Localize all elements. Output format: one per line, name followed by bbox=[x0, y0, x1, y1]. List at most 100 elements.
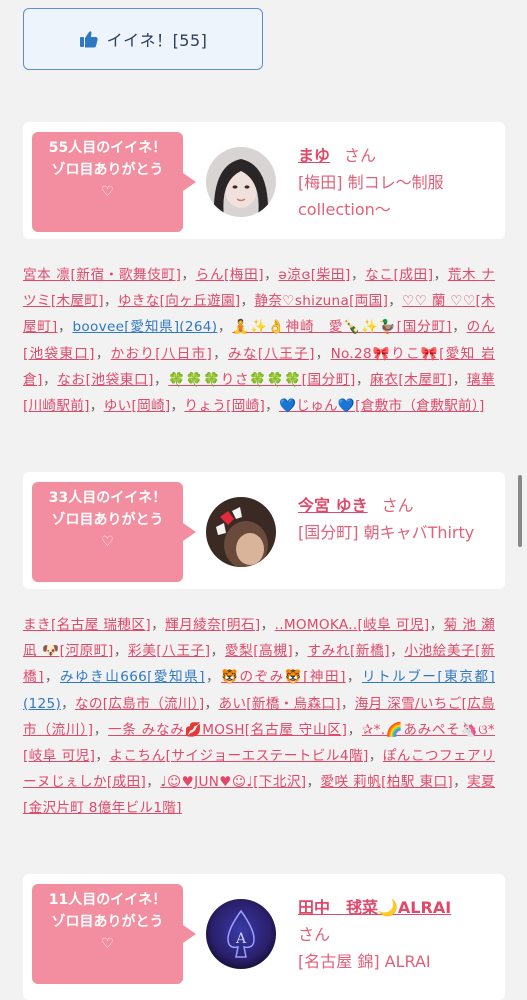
avatar[interactable] bbox=[206, 497, 276, 567]
liker-link[interactable]: みな[八王子] bbox=[228, 346, 315, 362]
liker-link[interactable]: 💙じゅん💙[倉敷市（倉敷駅前）] bbox=[279, 398, 485, 414]
liker-link[interactable]: 🐯のぞみ🐯[神田] bbox=[221, 669, 346, 685]
liker-link[interactable]: ..MOMOKA..[岐阜 可児] bbox=[275, 617, 430, 633]
thanks-bubble: 11人目のイイネ！ ゾロ目ありがとう ♡ bbox=[32, 884, 196, 984]
thumbs-up-icon bbox=[79, 29, 99, 49]
heart-icon: ♡ bbox=[101, 936, 114, 952]
separator: ， bbox=[347, 721, 362, 738]
rank-text: 11人目のイイネ！ bbox=[48, 892, 167, 908]
honorific: さん bbox=[381, 496, 414, 515]
separator: ， bbox=[43, 669, 60, 686]
separator: ， bbox=[113, 643, 129, 660]
separator: ， bbox=[389, 643, 405, 660]
thanks-bubble: 55人目のイイネ！ ゾロ目ありがとう ♡ bbox=[32, 132, 196, 232]
separator: ， bbox=[453, 774, 468, 791]
liker-link[interactable]: まき[名古屋 瑞穂区] bbox=[23, 617, 151, 633]
liker-link[interactable]: 静奈♡shizuna[両国] bbox=[254, 293, 388, 309]
separator: ， bbox=[293, 643, 308, 660]
liker-link[interactable]: かおり[八日市] bbox=[111, 346, 213, 362]
liker-link[interactable]: なお[池袋東口] bbox=[57, 372, 154, 388]
separator: ， bbox=[265, 398, 279, 415]
separator: ， bbox=[314, 345, 331, 362]
separator: ， bbox=[345, 669, 362, 686]
separator: ， bbox=[170, 398, 185, 415]
separator: ， bbox=[93, 721, 109, 738]
heart-icon: ♡ bbox=[101, 534, 114, 550]
separator: ， bbox=[368, 748, 383, 765]
liker-link[interactable]: 愛梨[高槻] bbox=[225, 643, 293, 659]
honorific: さん bbox=[298, 925, 331, 944]
liker-link[interactable]: ♩☺♥JUN♥☺♩[下北沢] bbox=[160, 774, 306, 790]
heart-icon: ♡ bbox=[101, 184, 114, 200]
liker-link[interactable]: なの[広島市（流川）] bbox=[75, 696, 205, 712]
separator: ， bbox=[146, 774, 161, 791]
liker-link[interactable]: boovee[愛知県](264) bbox=[72, 319, 217, 335]
area-shop: [国分町] 朝キャバThirty bbox=[298, 523, 475, 542]
liker-list: 宮本 凛[新宿・歌舞伎町]，らん[梅田]，ə涼ɞ[柴田]，なこ[成田]，荒木 ナ… bbox=[23, 262, 495, 419]
rank-text: 55人目のイイネ！ bbox=[48, 140, 167, 156]
avatar[interactable]: A bbox=[206, 899, 276, 969]
separator: ， bbox=[240, 293, 255, 310]
svg-text:A: A bbox=[235, 931, 247, 947]
liker-link[interactable]: 輝月綾奈[明石] bbox=[165, 617, 260, 633]
thanks-card: 33人目のイイネ！ ゾロ目ありがとう ♡ 今宮 ゆき さん [国分町] 朝キャバT… bbox=[23, 472, 505, 589]
separator: ， bbox=[94, 345, 111, 362]
separator: ， bbox=[181, 267, 196, 283]
liker-link[interactable]: 彩美[八王子] bbox=[128, 643, 210, 659]
liker-link[interactable]: らん[梅田] bbox=[196, 267, 264, 283]
liker-link[interactable]: 一条 みなみ💋MOSH[名古屋 守山区] bbox=[108, 722, 347, 738]
thanks-text: ゾロ目ありがとう bbox=[51, 914, 164, 930]
separator: ， bbox=[151, 617, 166, 633]
separator: ， bbox=[433, 267, 448, 283]
separator: ， bbox=[212, 345, 229, 362]
separator: ， bbox=[429, 617, 444, 633]
liker-link[interactable]: ə涼ɞ[柴田] bbox=[278, 267, 350, 283]
separator: ， bbox=[210, 643, 225, 660]
liker-link[interactable]: ゆきな[向ヶ丘遊園] bbox=[118, 293, 241, 309]
cast-name[interactable]: 今宮 ゆき bbox=[298, 496, 368, 515]
liker-link[interactable]: あい[新橋・烏森口] bbox=[218, 696, 340, 712]
like-button[interactable]: イイネ！[55] bbox=[23, 8, 263, 70]
separator: ， bbox=[153, 371, 169, 388]
cast-name[interactable]: 田中 毬菜🌙ALRAI bbox=[298, 898, 451, 917]
thanks-card: 55人目のイイネ！ ゾロ目ありがとう ♡ まゆ さん [梅田] 制コレ～制服col… bbox=[23, 122, 505, 239]
avatar[interactable] bbox=[206, 147, 276, 217]
separator: ， bbox=[350, 267, 366, 283]
thanks-card: 11人目のイイネ！ ゾロ目ありがとう ♡ A 田中 毬菜🌙ALRAI さん [名… bbox=[23, 874, 505, 1000]
scrollbar[interactable] bbox=[518, 475, 522, 547]
separator: ， bbox=[61, 695, 75, 712]
separator: ， bbox=[355, 371, 371, 388]
liker-link[interactable]: すみれ[新橋] bbox=[308, 643, 390, 659]
liker-link[interactable]: ゆい[岡崎] bbox=[104, 398, 171, 414]
separator: ， bbox=[103, 293, 118, 310]
liker-list: まき[名古屋 瑞穂区]，輝月綾奈[明石]，..MOMOKA..[岐阜 可児]，菊… bbox=[23, 612, 495, 822]
thanks-text: ゾロ目ありがとう bbox=[51, 162, 164, 178]
liker-link[interactable]: 麻衣[木屋町] bbox=[370, 372, 452, 388]
separator: ， bbox=[451, 319, 467, 336]
rank-text: 33人目のイイネ！ bbox=[48, 490, 167, 506]
separator: ， bbox=[263, 267, 279, 283]
separator: ， bbox=[217, 319, 233, 336]
separator: ， bbox=[388, 293, 403, 310]
like-button-label: イイネ！[55] bbox=[106, 31, 208, 50]
liker-link[interactable]: りょう[岡崎] bbox=[184, 398, 265, 414]
liker-link[interactable]: 🍀🍀🍀りさ🍀🍀🍀[国分町] bbox=[168, 372, 355, 388]
liker-link[interactable]: 愛咲 莉帆[柏駅 東口] bbox=[321, 774, 454, 790]
separator: ， bbox=[452, 371, 467, 388]
separator: ， bbox=[42, 371, 58, 388]
liker-link[interactable]: 宮本 凛[新宿・歌舞伎町] bbox=[23, 267, 181, 283]
separator: ， bbox=[340, 695, 355, 712]
liker-link[interactable]: みゆき山666[愛知県] bbox=[60, 669, 205, 685]
liker-link[interactable]: よこちん[サイジョーエステートビル4階] bbox=[109, 748, 368, 764]
separator: ， bbox=[204, 669, 222, 686]
liker-link[interactable]: 🧘✨👌神崎 愛🍾✨🦆[国分町] bbox=[232, 319, 451, 335]
liker-link[interactable]: なこ[成田] bbox=[365, 267, 433, 283]
separator: ， bbox=[89, 398, 104, 415]
separator: ， bbox=[95, 748, 110, 765]
thanks-text: ゾロ目ありがとう bbox=[51, 512, 164, 528]
area-shop: [梅田] 制コレ～制服collection～ bbox=[298, 173, 444, 219]
cast-name[interactable]: まゆ bbox=[298, 146, 330, 165]
area-shop: [名古屋 錦] ALRAI bbox=[298, 952, 431, 971]
separator: ， bbox=[306, 774, 321, 791]
separator: ， bbox=[204, 695, 219, 712]
